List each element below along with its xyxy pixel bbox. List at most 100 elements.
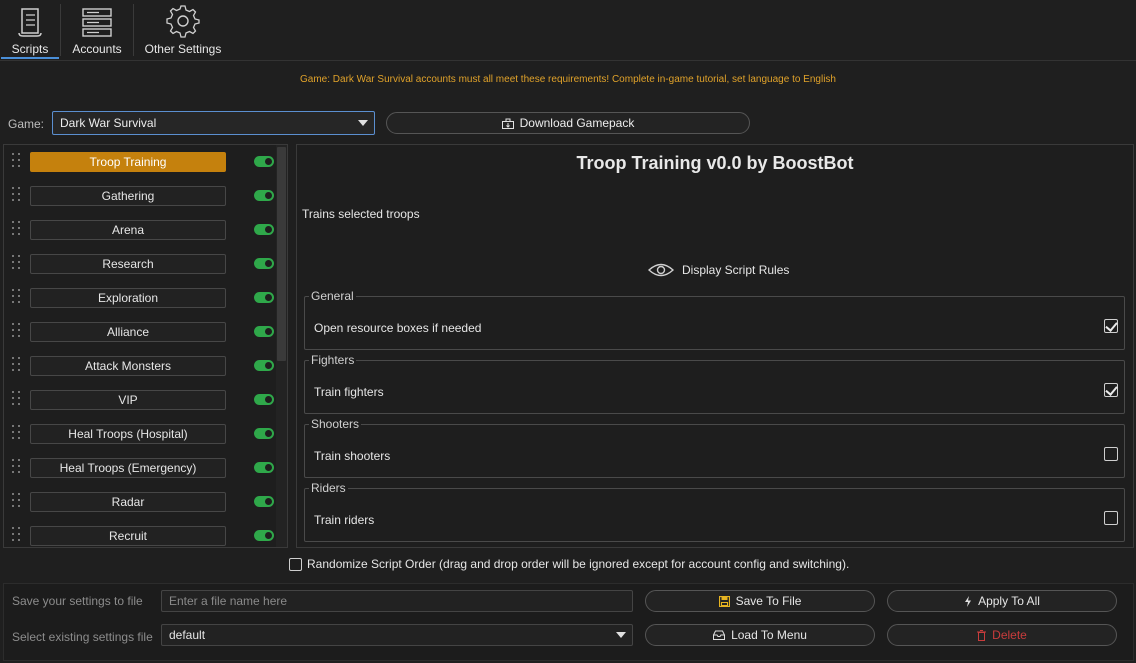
- script-button[interactable]: Radar: [30, 492, 226, 512]
- download-gamepack-button[interactable]: Download Gamepack: [386, 112, 750, 134]
- script-row[interactable]: Radar: [4, 485, 278, 519]
- train-riders-checkbox[interactable]: [1104, 511, 1118, 525]
- script-enabled-toggle[interactable]: [254, 462, 274, 473]
- gear-icon: [166, 5, 200, 38]
- script-row[interactable]: Exploration: [4, 281, 278, 315]
- game-select-value: Dark War Survival: [60, 116, 157, 130]
- script-title: Troop Training v0.0 by BoostBot: [576, 153, 854, 173]
- randomize-order-label: Randomize Script Order (drag and drop or…: [307, 557, 850, 571]
- script-enabled-toggle[interactable]: [254, 156, 274, 167]
- script-enabled-toggle[interactable]: [254, 428, 274, 439]
- settings-file-select-value: default: [169, 628, 206, 642]
- settings-filename-input[interactable]: Enter a file name here: [161, 590, 633, 612]
- drag-handle-icon[interactable]: [12, 425, 22, 441]
- script-button[interactable]: Research: [30, 254, 226, 274]
- script-list-scrollbar-thumb[interactable]: [277, 147, 286, 361]
- game-select[interactable]: Dark War Survival: [52, 111, 375, 135]
- select-settings-label: Select existing settings file: [12, 630, 153, 644]
- chevron-down-icon: [358, 120, 368, 126]
- active-tab-indicator: [1, 57, 59, 59]
- train-shooters-checkbox[interactable]: [1104, 447, 1118, 461]
- script-enabled-toggle[interactable]: [254, 224, 274, 235]
- script-enabled-toggle[interactable]: [254, 394, 274, 405]
- script-button[interactable]: Exploration: [30, 288, 226, 308]
- script-enabled-toggle[interactable]: [254, 530, 274, 541]
- script-row[interactable]: Gathering: [4, 179, 278, 213]
- chevron-down-icon: [616, 632, 626, 638]
- drag-handle-icon[interactable]: [12, 357, 22, 373]
- tab-accounts[interactable]: Accounts: [64, 0, 130, 60]
- script-row[interactable]: Heal Troops (Emergency): [4, 451, 278, 485]
- script-button[interactable]: Attack Monsters: [30, 356, 226, 376]
- script-enabled-toggle[interactable]: [254, 292, 274, 303]
- delete-label: Delete: [992, 628, 1027, 642]
- tab-other-settings-label: Other Settings: [144, 42, 222, 56]
- option-label: Open resource boxes if needed: [314, 321, 482, 335]
- settings-file-select[interactable]: default: [161, 624, 633, 646]
- eye-icon: [648, 263, 674, 277]
- script-enabled-toggle[interactable]: [254, 496, 274, 507]
- script-row[interactable]: Alliance: [4, 315, 278, 349]
- option-label: Train fighters: [314, 385, 384, 399]
- tab-bar: Scripts Accounts Other Settings: [0, 0, 1136, 61]
- script-button[interactable]: Arena: [30, 220, 226, 240]
- option-label: Train riders: [314, 513, 375, 527]
- drag-handle-icon[interactable]: [12, 459, 22, 475]
- script-button[interactable]: Recruit: [30, 526, 226, 546]
- tab-other-settings[interactable]: Other Settings: [140, 0, 226, 60]
- delete-button[interactable]: Delete: [887, 624, 1117, 646]
- tab-divider: [133, 4, 134, 56]
- display-script-rules-button[interactable]: Display Script Rules: [648, 262, 789, 278]
- lightning-icon: [965, 595, 972, 607]
- drag-handle-icon[interactable]: [12, 391, 22, 407]
- script-row[interactable]: VIP: [4, 383, 278, 417]
- save-to-file-button[interactable]: Save To File: [645, 590, 875, 612]
- script-button[interactable]: Troop Training: [30, 152, 226, 172]
- script-row[interactable]: Troop Training: [4, 145, 278, 179]
- display-script-rules-label: Display Script Rules: [682, 263, 790, 277]
- script-enabled-toggle[interactable]: [254, 360, 274, 371]
- apply-to-all-button[interactable]: Apply To All: [887, 590, 1117, 612]
- save-settings-label: Save your settings to file: [12, 594, 143, 608]
- group-title: Fighters: [309, 353, 357, 367]
- script-button[interactable]: VIP: [30, 390, 226, 410]
- tab-scripts[interactable]: Scripts: [1, 0, 59, 60]
- tab-accounts-label: Accounts: [72, 42, 122, 56]
- drag-handle-icon[interactable]: [12, 527, 22, 543]
- settings-filename-placeholder: Enter a file name here: [169, 594, 288, 608]
- script-enabled-toggle[interactable]: [254, 190, 274, 201]
- option-label: Train shooters: [314, 449, 391, 463]
- trash-icon: [977, 629, 987, 641]
- game-label: Game:: [8, 117, 45, 131]
- group-fighters: Fighters Train fighters: [304, 353, 1125, 414]
- script-row[interactable]: Recruit: [4, 519, 278, 547]
- train-fighters-checkbox[interactable]: [1104, 383, 1118, 397]
- script-button[interactable]: Heal Troops (Hospital): [30, 424, 226, 444]
- script-button[interactable]: Heal Troops (Emergency): [30, 458, 226, 478]
- script-row[interactable]: Arena: [4, 213, 278, 247]
- inbox-tray-icon: [713, 630, 726, 640]
- download-package-icon: [501, 118, 514, 129]
- script-row[interactable]: Attack Monsters: [4, 349, 278, 383]
- script-row[interactable]: Research: [4, 247, 278, 281]
- server-icon: [82, 8, 112, 37]
- drag-handle-icon[interactable]: [12, 493, 22, 509]
- script-enabled-toggle[interactable]: [254, 258, 274, 269]
- script-button[interactable]: Alliance: [30, 322, 226, 342]
- tab-scripts-label: Scripts: [11, 42, 49, 56]
- script-enabled-toggle[interactable]: [254, 326, 274, 337]
- drag-handle-icon[interactable]: [12, 289, 22, 305]
- group-title: General: [309, 289, 356, 303]
- open-resource-boxes-checkbox[interactable]: [1104, 319, 1118, 333]
- load-to-menu-button[interactable]: Load To Menu: [645, 624, 875, 646]
- drag-handle-icon[interactable]: [12, 323, 22, 339]
- script-row[interactable]: Heal Troops (Hospital): [4, 417, 278, 451]
- randomize-order-checkbox[interactable]: [289, 557, 302, 571]
- script-description: Trains selected troops: [302, 207, 420, 221]
- drag-handle-icon[interactable]: [12, 221, 22, 237]
- script-button[interactable]: Gathering: [30, 186, 226, 206]
- apply-to-all-label: Apply To All: [978, 594, 1040, 608]
- drag-handle-icon[interactable]: [12, 153, 22, 169]
- drag-handle-icon[interactable]: [12, 255, 22, 271]
- drag-handle-icon[interactable]: [12, 187, 22, 203]
